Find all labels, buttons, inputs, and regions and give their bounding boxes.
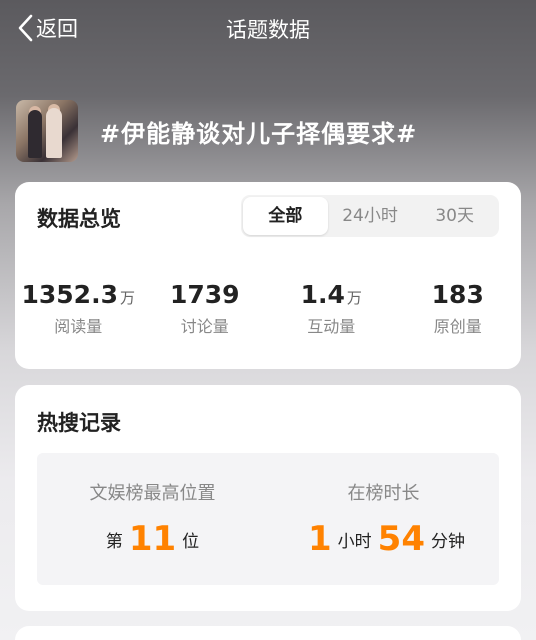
hot-search-title: 热搜记录 bbox=[37, 411, 121, 435]
stat-value: 1352.3 bbox=[21, 280, 118, 309]
stat-unit: 万 bbox=[119, 289, 135, 307]
tab-30d[interactable]: 30天 bbox=[412, 197, 497, 235]
stat-label: 讨论量 bbox=[180, 317, 229, 336]
rank-suffix: 位 bbox=[182, 532, 200, 552]
hours-unit: 小时 bbox=[337, 532, 372, 552]
stat-value: 1.4 bbox=[300, 280, 345, 309]
tab-all[interactable]: 全部 bbox=[243, 197, 328, 235]
rank-value: 11 bbox=[128, 519, 177, 559]
rank-column: 文娱榜最高位置 第 11 位 bbox=[37, 453, 268, 585]
rank-label: 文娱榜最高位置 bbox=[89, 483, 216, 504]
stat-interactions: 1.4 万 互动量 bbox=[268, 280, 395, 337]
minutes-unit: 分钟 bbox=[431, 532, 465, 552]
topic-title: #伊能静谈对儿子择偶要求# bbox=[100, 119, 418, 148]
stat-unit: 万 bbox=[346, 289, 362, 307]
stat-value: 183 bbox=[431, 280, 484, 309]
stat-label: 阅读量 bbox=[54, 317, 103, 336]
page-title: 话题数据 bbox=[226, 18, 310, 42]
overview-title: 数据总览 bbox=[37, 207, 121, 231]
next-card bbox=[15, 626, 521, 640]
stat-reads: 1352.3 万 阅读量 bbox=[15, 280, 142, 337]
stat-value: 1739 bbox=[169, 280, 240, 309]
stat-label: 互动量 bbox=[307, 317, 356, 336]
topic-header: #伊能静谈对儿子择偶要求# bbox=[16, 100, 520, 162]
overview-card: 数据总览 全部 24小时 30天 1352.3 万 阅读量 1739 讨论量 1.… bbox=[15, 182, 521, 369]
duration-hours: 1 bbox=[308, 519, 332, 559]
tab-24h[interactable]: 24小时 bbox=[328, 197, 413, 235]
topic-thumbnail[interactable] bbox=[16, 100, 78, 162]
stat-discussions: 1739 讨论量 bbox=[142, 280, 269, 337]
duration-label: 在榜时长 bbox=[347, 483, 420, 504]
stat-label: 原创量 bbox=[433, 317, 482, 336]
hot-search-card: 热搜记录 文娱榜最高位置 第 11 位 在榜时长 1 小时 54 分钟 bbox=[15, 385, 521, 611]
duration-column: 在榜时长 1 小时 54 分钟 bbox=[268, 453, 499, 585]
time-range-tabs: 全部 24小时 30天 bbox=[241, 195, 499, 237]
nav-bar: 返回 话题数据 bbox=[0, 0, 536, 58]
duration-minutes: 54 bbox=[377, 519, 425, 559]
stat-originals: 183 原创量 bbox=[395, 280, 522, 337]
stats-row: 1352.3 万 阅读量 1739 讨论量 1.4 万 互动量 183 原创量 bbox=[15, 280, 521, 337]
hot-search-panel: 文娱榜最高位置 第 11 位 在榜时长 1 小时 54 分钟 bbox=[37, 453, 499, 585]
rank-prefix: 第 bbox=[105, 532, 123, 552]
